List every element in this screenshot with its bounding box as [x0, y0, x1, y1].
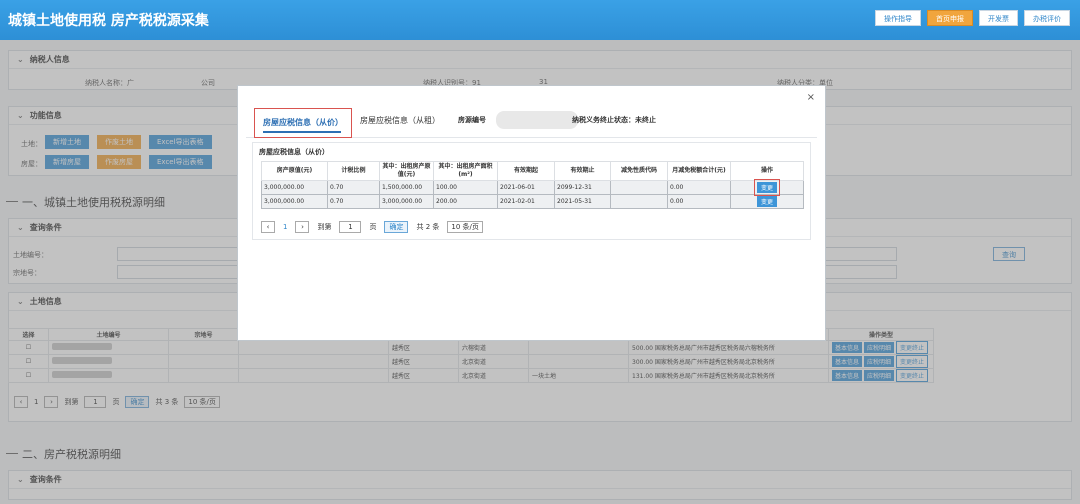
cell-relief: 0.00	[667, 180, 731, 195]
goto-page-input[interactable]: 1	[339, 221, 362, 233]
cell-original-value: 3,000,000.00	[261, 194, 328, 209]
cell-start: 2021-02-01	[497, 194, 555, 209]
tax-end-status: 纳税义务终止状态：未终止	[572, 116, 656, 124]
col-relief: 月减免税额合计(元)	[667, 161, 731, 181]
house-no-label: 房源编号	[458, 116, 486, 124]
cell-start: 2021-06-01	[497, 180, 555, 195]
total-count: 共 2 条	[416, 223, 440, 231]
next-page-icon[interactable]: ›	[295, 221, 310, 233]
tab-value-based-label: 房屋应税信息（从价）	[263, 118, 343, 127]
table-row: 3,000,000.00 0.70 1,500,000.00 100.00 20…	[261, 179, 804, 196]
current-page[interactable]: 1	[283, 223, 287, 231]
cell-rent-area: 200.00	[433, 194, 498, 209]
col-original-value: 房产原值(元)	[261, 161, 328, 181]
goto-confirm-button[interactable]: 确定	[384, 221, 409, 233]
page-size-select[interactable]: 10 条/页	[447, 221, 483, 233]
modal-tabs: 房屋应税信息（从价） 房屋应税信息（从租） 房源编号 纳税义务终止状态：未终止	[246, 108, 817, 138]
house-no-redacted	[496, 111, 578, 129]
value-based-box: 房屋应税信息（从价） 房产原值(元) 计税比例 其中：出租房产原值(元) 其中：…	[252, 142, 811, 240]
value-based-title: 房屋应税信息（从价）	[259, 148, 329, 156]
cell-end: 2021-05-31	[554, 194, 611, 209]
cell-original-value: 3,000,000.00	[261, 180, 328, 195]
col-op: 操作	[730, 161, 804, 181]
house-tax-modal: × 房屋应税信息（从价） 房屋应税信息（从租） 房源编号 纳税义务终止状态：未终…	[237, 85, 826, 341]
table-header: 房产原值(元) 计税比例 其中：出租房产原值(元) 其中：出租房产面积(m²) …	[261, 161, 804, 181]
app-header: 城镇土地使用税 房产税税源采集 操作指导 首页申报 开发票 办税评价	[0, 0, 1080, 40]
rating-button[interactable]: 办税评价	[1024, 10, 1070, 26]
home-declare-button[interactable]: 首页申报	[927, 10, 973, 26]
cell-relief: 0.00	[667, 194, 731, 209]
cell-ratio: 0.70	[327, 180, 380, 195]
close-icon[interactable]: ×	[807, 92, 815, 103]
col-end: 有效期止	[554, 161, 611, 181]
cell-code	[610, 194, 668, 209]
cell-rent-value: 3,000,000.00	[379, 194, 434, 209]
guide-button[interactable]: 操作指导	[875, 10, 921, 26]
col-rent-value: 其中：出租房产原值(元)	[379, 161, 434, 181]
prev-page-icon[interactable]: ‹	[261, 221, 275, 233]
change-button[interactable]: 变更	[756, 196, 777, 207]
table-row: 3,000,000.00 0.70 3,000,000.00 200.00 20…	[261, 194, 804, 209]
col-start: 有效期起	[497, 161, 555, 181]
change-button[interactable]: 变更	[753, 179, 781, 196]
cell-ratio: 0.70	[327, 194, 380, 209]
col-code: 减免性质代码	[610, 161, 668, 181]
header-buttons: 操作指导 首页申报 开发票 办税评价	[875, 10, 1070, 26]
tab-value-based[interactable]: 房屋应税信息（从价）	[254, 108, 352, 138]
col-ratio: 计税比例	[327, 161, 380, 181]
cell-end: 2099-12-31	[554, 180, 611, 195]
invoice-button[interactable]: 开发票	[979, 10, 1018, 26]
cell-rent-area: 100.00	[433, 180, 498, 195]
col-rent-area: 其中：出租房产面积(m²)	[433, 161, 498, 181]
cell-rent-value: 1,500,000.00	[379, 180, 434, 195]
value-based-table: 房产原值(元) 计税比例 其中：出租房产原值(元) 其中：出租房产面积(m²) …	[261, 161, 804, 209]
app-title: 城镇土地使用税 房产税税源采集	[8, 13, 209, 29]
page-unit: 页	[369, 223, 377, 231]
goto-label: 到第	[317, 223, 332, 231]
tab-rent-based[interactable]: 房屋应税信息（从租）	[360, 115, 440, 126]
modal-pager: ‹ 1 › 到第 1 页 确定 共 2 条 10 条/页	[261, 221, 483, 233]
cell-code	[610, 180, 668, 195]
